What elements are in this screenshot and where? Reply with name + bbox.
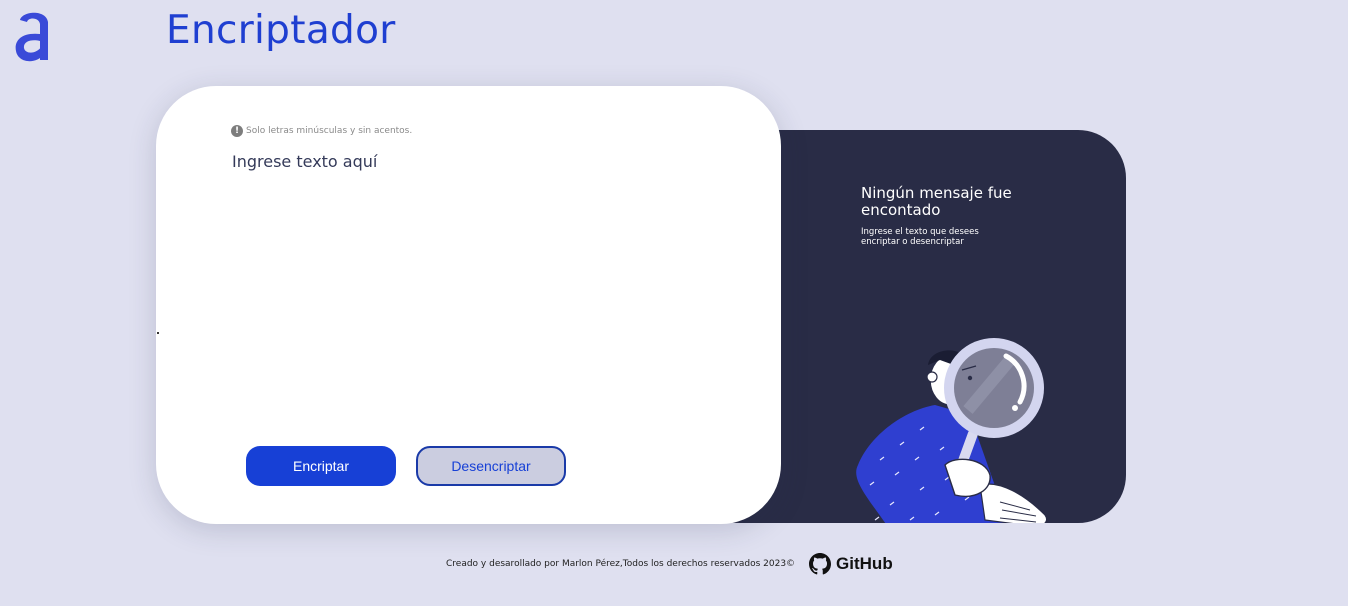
text-input[interactable] — [232, 152, 702, 412]
footer-text: Creado y desarollado por Marlon Pérez,To… — [446, 559, 796, 569]
input-hint: ! Solo letras minúsculas y sin acentos. — [231, 125, 412, 137]
letter-a-logo-icon[interactable] — [12, 8, 54, 64]
app-title: Encriptador — [166, 8, 396, 53]
github-icon — [809, 553, 832, 575]
encrypt-button[interactable]: Encriptar — [246, 446, 396, 486]
hint-text: Solo letras minúsculas y sin acentos. — [246, 126, 413, 136]
result-description: Ingrese el texto que desees encriptar o … — [861, 227, 979, 247]
exclamation-circle-icon: ! — [231, 125, 243, 137]
person-with-magnifying-glass-illustration — [856, 338, 1048, 523]
result-title: Ningún mensaje fue encontado — [861, 184, 1012, 219]
input-card: ! Solo letras minúsculas y sin acentos. … — [156, 86, 781, 524]
decrypt-button[interactable]: Desencriptar — [416, 446, 566, 486]
github-link[interactable]: GitHub — [809, 553, 893, 575]
footer: Creado y desarollado por Marlon Pérez,To… — [446, 553, 893, 575]
page: Encriptador Ningún mensaje fue encontado… — [0, 0, 1348, 606]
github-label: GitHub — [836, 554, 893, 573]
stray-dot — [157, 332, 159, 334]
